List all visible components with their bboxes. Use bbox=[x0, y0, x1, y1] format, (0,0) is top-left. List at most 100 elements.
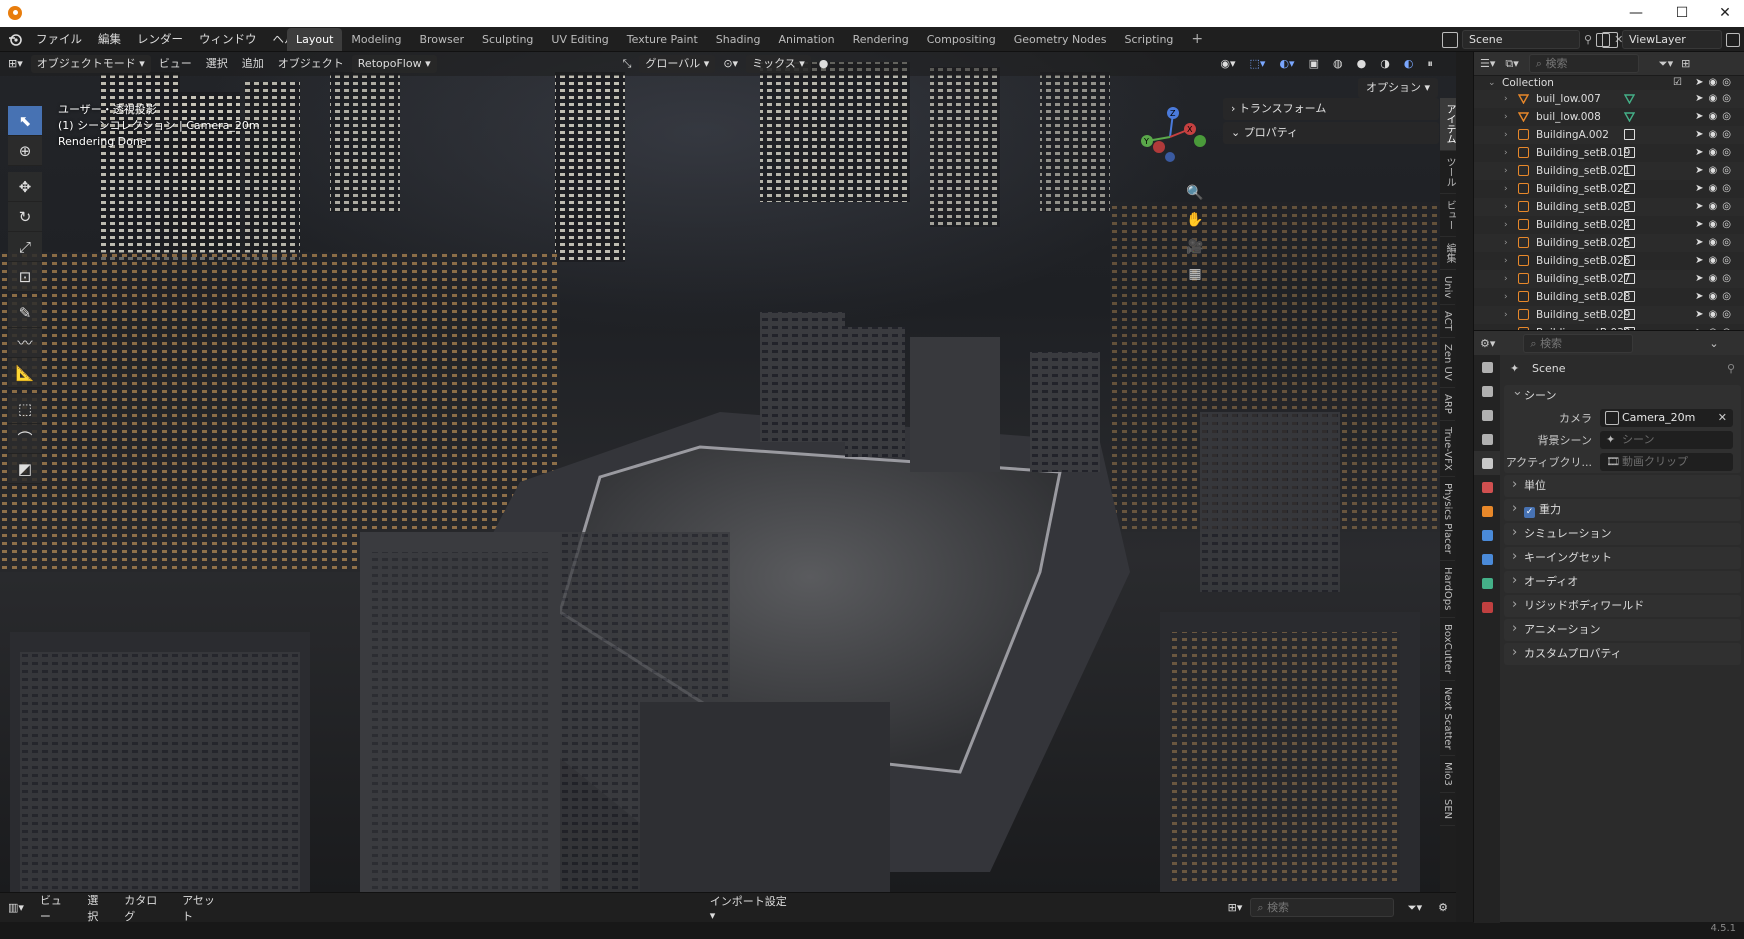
visibility-icons[interactable]: ➤◉◎ bbox=[1695, 180, 1736, 198]
new-collection-icon[interactable]: ⊞ bbox=[1681, 57, 1690, 70]
scene-panel-header[interactable]: シーン bbox=[1504, 381, 1741, 407]
tab-browser[interactable]: Browser bbox=[410, 28, 473, 51]
tab-layout[interactable]: Layout bbox=[287, 28, 343, 51]
tab-texture-paint[interactable]: Texture Paint bbox=[618, 28, 707, 51]
tab-animation[interactable]: Animation bbox=[769, 28, 843, 51]
close-button[interactable]: ✕ bbox=[1702, 0, 1744, 27]
properties-tab-icon[interactable] bbox=[1474, 379, 1500, 403]
outliner-item[interactable]: › Building_setB.021 ➤◉◎ bbox=[1474, 162, 1744, 180]
pin-icon[interactable]: ⚲ bbox=[1584, 33, 1592, 46]
outliner-item[interactable]: › Building_setB.028 ➤◉◎ bbox=[1474, 288, 1744, 306]
annotate-line-tool-icon[interactable]: 〰 bbox=[8, 328, 42, 358]
properties-tab-icon[interactable] bbox=[1474, 595, 1500, 619]
view-layer-icon[interactable] bbox=[1602, 31, 1618, 48]
visibility-icons[interactable]: ➤◉◎ bbox=[1695, 108, 1736, 126]
properties-tab-icon[interactable] bbox=[1474, 523, 1500, 547]
properties-section-header[interactable]: カスタムプロパティ bbox=[1504, 642, 1741, 665]
properties-section-header[interactable]: キーイングセット bbox=[1504, 546, 1741, 569]
properties-section[interactable]: ⌄ プロパティ bbox=[1223, 122, 1439, 144]
outliner-editor-icon[interactable]: ☰▾ bbox=[1480, 57, 1495, 70]
scale-tool-icon[interactable]: ⤢ bbox=[8, 232, 42, 262]
outliner-item[interactable]: › Building_setB.023 ➤◉◎ bbox=[1474, 198, 1744, 216]
gizmo-toggle-icon[interactable]: ⬚▾ bbox=[1244, 55, 1272, 73]
import-settings-dropdown[interactable]: インポート設定 ▾ bbox=[702, 893, 800, 922]
sidebar-tab-mio3[interactable]: Mio3 bbox=[1440, 756, 1455, 794]
xray-icon[interactable]: ▣ bbox=[1303, 55, 1325, 73]
visibility-icons[interactable]: ➤◉◎ bbox=[1695, 234, 1736, 252]
outliner-search-input[interactable]: ⌕ 検索 bbox=[1528, 54, 1639, 73]
boxcutter-tool-icon[interactable]: ◩ bbox=[8, 454, 42, 484]
properties-tab-icon[interactable] bbox=[1474, 475, 1500, 499]
scene-selector[interactable]: Scene bbox=[1462, 30, 1580, 49]
outliner-item[interactable]: › Building_setB.027 ➤◉◎ bbox=[1474, 270, 1744, 288]
expand-arrow-icon[interactable]: › bbox=[1504, 144, 1508, 162]
viewport-menu-object[interactable]: オブジェクト bbox=[272, 55, 350, 73]
pin-context-icon[interactable]: ⚲ bbox=[1727, 355, 1735, 383]
tab-rendering[interactable]: Rendering bbox=[844, 28, 918, 51]
sidebar-tab-boxcutter[interactable]: BoxCutter bbox=[1440, 618, 1455, 681]
properties-tab-icon[interactable] bbox=[1474, 571, 1500, 595]
sidebar-tab-view[interactable]: ビュー bbox=[1440, 194, 1456, 237]
maximize-button[interactable]: ☐ bbox=[1659, 0, 1705, 27]
visibility-icons[interactable]: ➤◉◎ bbox=[1695, 126, 1736, 144]
visibility-icon[interactable]: ◉▾ bbox=[1214, 55, 1241, 73]
scene-icon[interactable] bbox=[1442, 31, 1458, 48]
transform-orientation-dropdown[interactable]: グローバル ▾ bbox=[639, 55, 716, 73]
outliner-item[interactable]: › Building_setB.022 ➤◉◎ bbox=[1474, 180, 1744, 198]
properties-section-header[interactable]: シミュレーション bbox=[1504, 522, 1741, 545]
visibility-icons[interactable]: ➤◉◎ bbox=[1695, 270, 1736, 288]
minimize-button[interactable]: — bbox=[1613, 0, 1659, 27]
navigation-gizmo[interactable]: Z X Y bbox=[1135, 107, 1215, 167]
add-workspace-button[interactable]: + bbox=[1182, 28, 1212, 51]
visibility-icons[interactable]: ➤◉◎ bbox=[1695, 162, 1736, 180]
camera-view-icon[interactable]: 🎥 bbox=[1184, 236, 1206, 258]
options-dropdown[interactable]: オプション ▾ bbox=[1357, 78, 1438, 98]
tab-scripting[interactable]: Scripting bbox=[1115, 28, 1182, 51]
asset-menu-view[interactable]: ビュー bbox=[32, 892, 79, 924]
gravity-checkbox[interactable]: ✓ bbox=[1524, 507, 1535, 518]
move-tool-icon[interactable]: ✥ bbox=[8, 172, 42, 202]
sidebar-tab-act[interactable]: ACT bbox=[1440, 305, 1455, 339]
display-mode-icon[interactable]: ⊞▾ bbox=[1220, 901, 1251, 914]
expand-arrow-icon[interactable]: › bbox=[1504, 252, 1508, 270]
measure-tool-icon[interactable]: 📐 bbox=[8, 358, 42, 388]
shading-solid-icon[interactable]: ● bbox=[1351, 55, 1373, 73]
mode-dropdown[interactable]: オブジェクトモード ▾ bbox=[30, 55, 151, 73]
menu-file[interactable]: ファイル bbox=[28, 27, 90, 52]
sidebar-tab-true-vfx[interactable]: True-VFX bbox=[1440, 421, 1455, 478]
expand-arrow-icon[interactable]: › bbox=[1504, 90, 1508, 108]
properties-search-input[interactable]: ⌕ 検索 bbox=[1523, 333, 1634, 353]
tab-shading[interactable]: Shading bbox=[707, 28, 770, 51]
sidebar-tab-item[interactable]: アイテム bbox=[1440, 98, 1456, 151]
snap-dropdown[interactable]: ミックス ▾ bbox=[746, 55, 811, 73]
expand-arrow-icon[interactable]: › bbox=[1504, 306, 1508, 324]
sidebar-tab-zen-uv[interactable]: Zen UV bbox=[1440, 338, 1455, 388]
outliner-item[interactable]: › Building_setB.029 ➤◉◎ bbox=[1474, 306, 1744, 324]
sidebar-tab-hardops[interactable]: HardOps bbox=[1440, 561, 1455, 618]
visibility-icons[interactable]: ➤◉◎ bbox=[1695, 198, 1736, 216]
expand-arrow-icon[interactable]: › bbox=[1504, 270, 1508, 288]
background-scene-field[interactable]: ✦ シーン bbox=[1600, 431, 1733, 449]
menu-render[interactable]: レンダー bbox=[129, 27, 191, 52]
asset-menu-asset[interactable]: アセット bbox=[174, 892, 232, 924]
collection-row[interactable]: ⌄ Collection ☑ ➤◉◎ bbox=[1474, 76, 1744, 90]
asset-menu-select[interactable]: 選択 bbox=[79, 892, 116, 924]
expand-arrow-icon[interactable]: › bbox=[1504, 198, 1508, 216]
expand-arrow-icon[interactable]: › bbox=[1504, 216, 1508, 234]
viewport-menu-select[interactable]: 選択 bbox=[200, 55, 234, 73]
shading-material-icon[interactable]: ◑ bbox=[1374, 55, 1396, 73]
filter-icon[interactable]: ⏷▾ bbox=[1400, 901, 1430, 915]
proportional-edit-icon[interactable]: ● bbox=[813, 55, 835, 73]
new-view-layer-icon[interactable] bbox=[1726, 32, 1740, 47]
outliner-filter-icon[interactable]: ⏷▾ bbox=[1659, 57, 1673, 71]
perspective-toggle-icon[interactable]: ▦ bbox=[1184, 263, 1206, 285]
visibility-icons[interactable]: ➤◉◎ bbox=[1695, 288, 1736, 306]
sidebar-tab-sen[interactable]: SEN bbox=[1440, 793, 1455, 827]
menu-edit[interactable]: 編集 bbox=[90, 27, 129, 52]
viewport-menu-add[interactable]: 追加 bbox=[236, 55, 270, 73]
asset-settings-gear-icon[interactable]: ⚙ bbox=[1430, 901, 1456, 914]
properties-editor-icon[interactable]: ⚙▾ bbox=[1480, 337, 1495, 350]
display-mode-dropdown[interactable]: ⧉▾ bbox=[1505, 57, 1518, 71]
visibility-icons[interactable]: ➤◉◎ bbox=[1695, 90, 1736, 108]
curve-icon[interactable]: ⤡ bbox=[617, 55, 638, 73]
